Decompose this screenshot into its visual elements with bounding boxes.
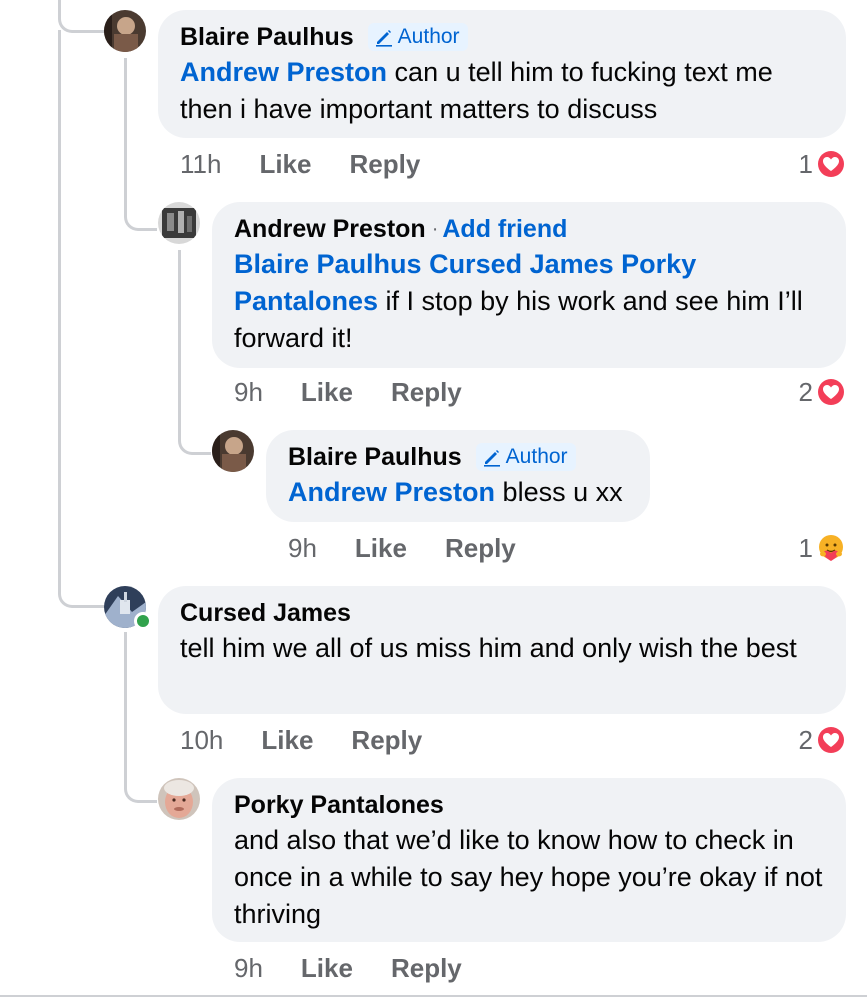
commenter-name[interactable]: Andrew Preston: [234, 214, 426, 244]
avatar-blaire[interactable]: [104, 10, 146, 52]
online-status-dot: [134, 612, 152, 630]
comment-text: tell him we all of us miss him and only …: [180, 633, 797, 663]
comment-bubble: Porky Pantalones and also that we’d like…: [212, 778, 846, 942]
reaction-summary[interactable]: 2: [799, 375, 847, 409]
comment-bubble: Andrew Preston · Add friend Blaire Paulh…: [212, 202, 846, 368]
comment-actions: 11h Like Reply: [180, 147, 420, 181]
thread-line-reply-1: [124, 58, 157, 231]
commenter-name[interactable]: Cursed James: [180, 598, 351, 628]
reaction-summary[interactable]: 1: [799, 147, 847, 181]
timestamp[interactable]: 9h: [288, 533, 317, 564]
thread-line-main: [58, 0, 107, 33]
heart-icon: [816, 725, 846, 755]
reply-button[interactable]: Reply: [445, 533, 516, 564]
thread-line-reply-3: [124, 632, 157, 803]
like-button[interactable]: Like: [261, 725, 313, 756]
comment-actions: 9h Like Reply: [234, 951, 462, 985]
like-button[interactable]: Like: [301, 953, 353, 984]
timestamp[interactable]: 9h: [234, 377, 263, 408]
avatar-porky[interactable]: [158, 778, 200, 820]
comment-text: and also that we’d like to know how to c…: [234, 825, 823, 929]
reaction-summary[interactable]: 2: [799, 723, 847, 757]
pencil-icon: [375, 30, 392, 47]
comment-text: Blaire Paulhus Cursed James Porky Pantal…: [234, 249, 803, 353]
separator-dot: ·: [431, 218, 439, 240]
comment-actions: 9h Like Reply: [288, 531, 516, 565]
timestamp[interactable]: 11h: [180, 149, 221, 180]
comment-bubble: Blaire Paulhus Author Andrew Preston ble…: [266, 430, 650, 522]
reaction-count: 1: [798, 148, 813, 179]
timestamp[interactable]: 10h: [180, 725, 223, 756]
author-badge: Author: [367, 23, 468, 51]
reaction-count: 2: [798, 724, 813, 755]
reply-button[interactable]: Reply: [349, 149, 420, 180]
reply-button[interactable]: Reply: [351, 725, 422, 756]
author-badge: Author: [475, 443, 576, 471]
comment-text: Andrew Preston bless u xx: [288, 477, 623, 507]
like-button[interactable]: Like: [355, 533, 407, 564]
timestamp[interactable]: 9h: [234, 953, 263, 984]
comment-bubble: Cursed James tell him we all of us miss …: [158, 586, 846, 714]
mention-link[interactable]: Andrew Preston: [288, 477, 495, 507]
reply-button[interactable]: Reply: [391, 377, 462, 408]
avatar-andrew[interactable]: [158, 202, 200, 244]
pencil-icon: [483, 450, 500, 467]
care-emoji-icon: [816, 533, 846, 563]
commenter-name[interactable]: Porky Pantalones: [234, 790, 444, 820]
like-button[interactable]: Like: [259, 149, 311, 180]
reaction-count: 1: [798, 532, 813, 563]
comment-text: Andrew Preston can u tell him to fucking…: [180, 57, 773, 124]
thread-line-main-2: [58, 30, 107, 608]
heart-icon: [816, 149, 846, 179]
commenter-name[interactable]: Blaire Paulhus: [180, 22, 354, 52]
comment-actions: 10h Like Reply: [180, 723, 422, 757]
comment-actions: 9h Like Reply: [234, 375, 462, 409]
add-friend-button[interactable]: Add friend: [442, 214, 567, 244]
thread-line-reply-2: [178, 250, 211, 455]
mention-link[interactable]: Andrew Preston: [180, 57, 387, 87]
reaction-count: 2: [798, 376, 813, 407]
reaction-summary[interactable]: 1: [799, 531, 847, 565]
avatar-blaire[interactable]: [212, 430, 254, 472]
heart-icon: [816, 377, 846, 407]
comment-bubble: Blaire Paulhus Author Andrew Preston can…: [158, 10, 846, 138]
divider: [0, 995, 867, 997]
reply-button[interactable]: Reply: [391, 953, 462, 984]
like-button[interactable]: Like: [301, 377, 353, 408]
commenter-name[interactable]: Blaire Paulhus: [288, 442, 462, 472]
